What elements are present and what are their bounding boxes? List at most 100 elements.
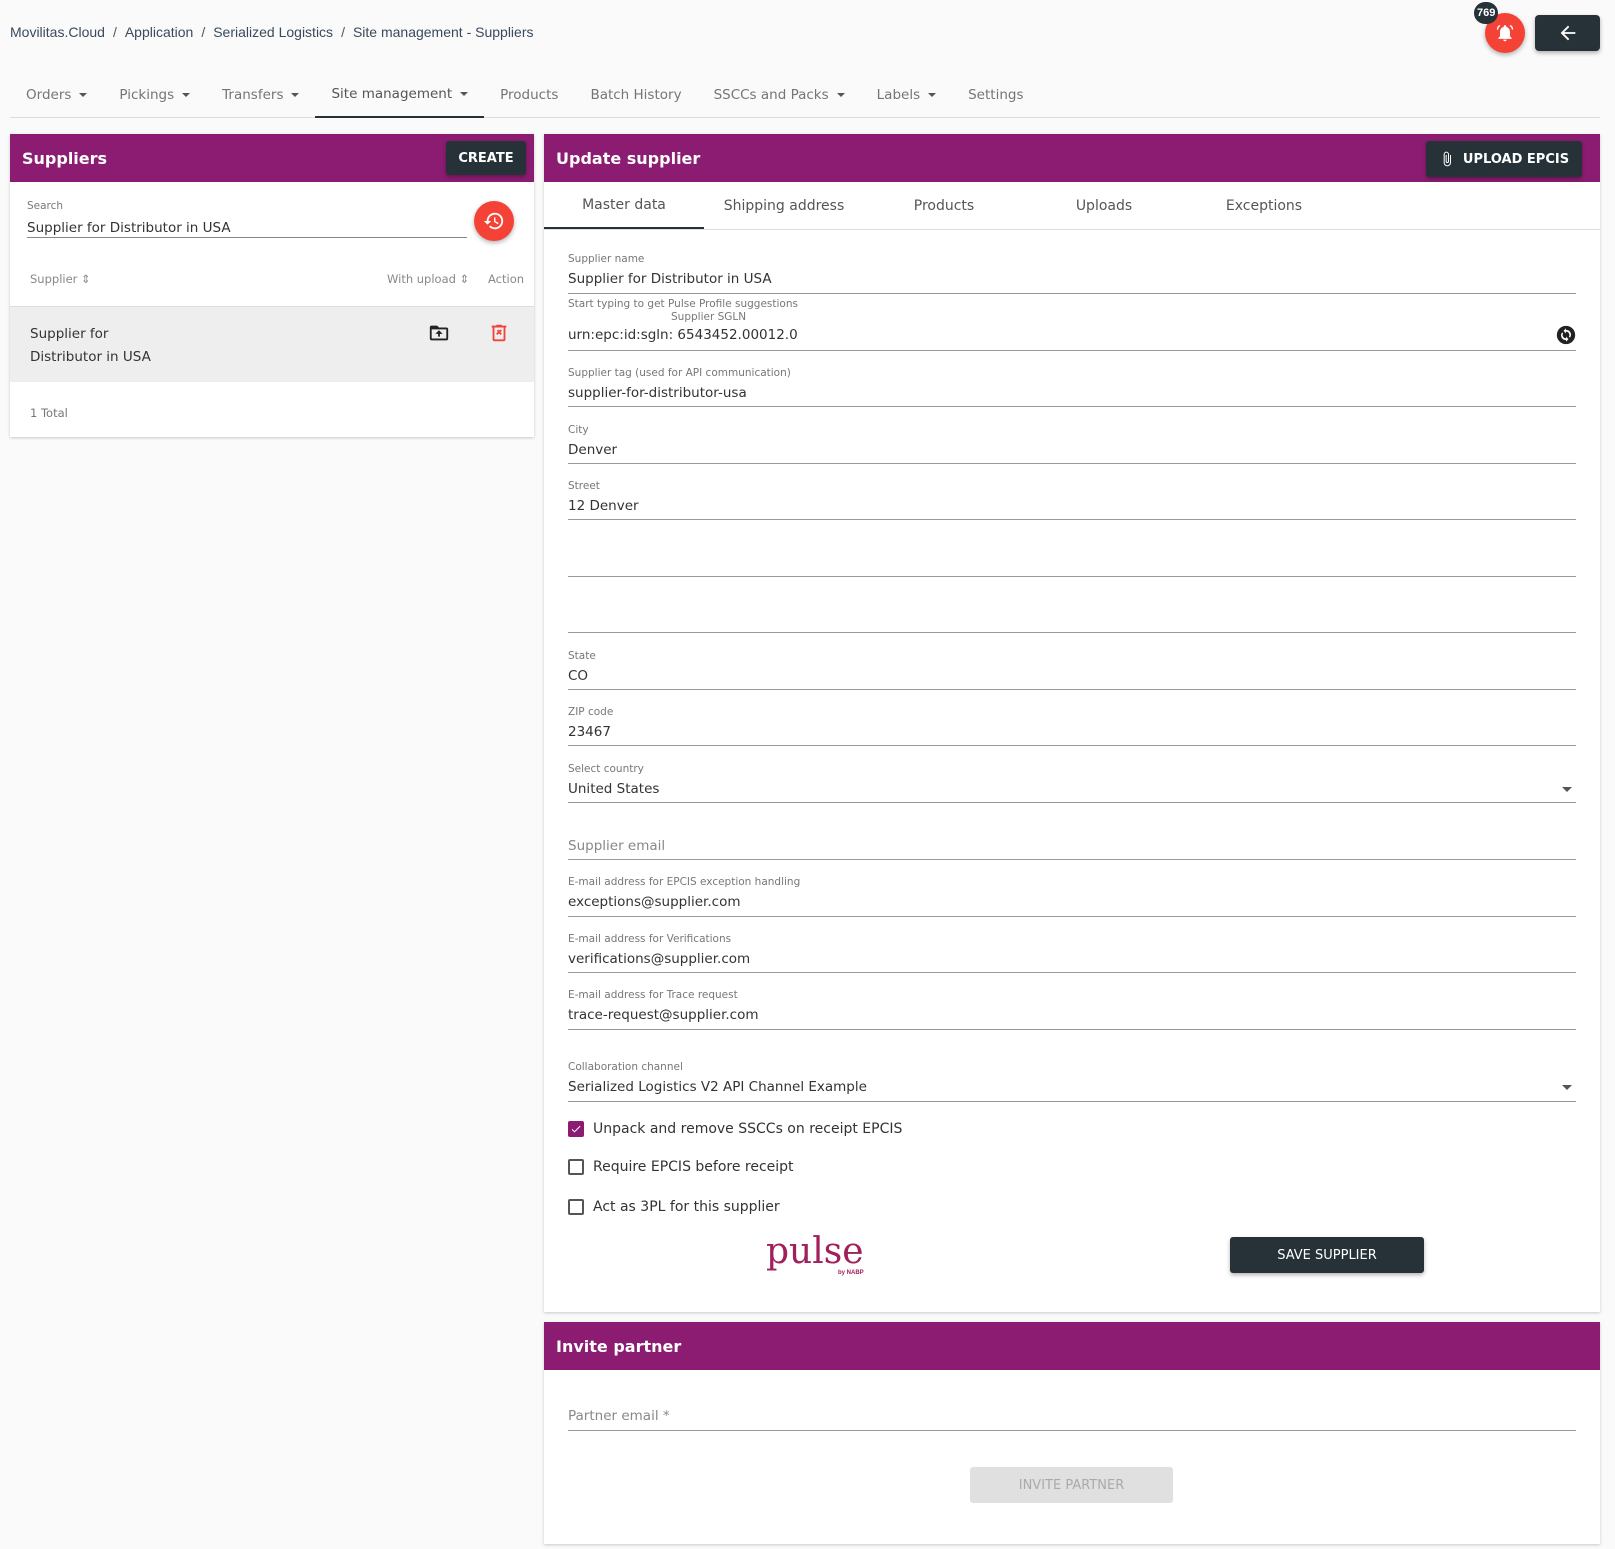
field-label: E-mail address for Verifications (568, 933, 732, 945)
zip-field[interactable]: ZIP code 23467 (568, 706, 1576, 746)
address-line-2-field[interactable] (568, 537, 1576, 577)
field-value: urn:epc:id:sgln: 6543452.00012.0 (568, 327, 798, 343)
nav-ssccs-packs[interactable]: SSCCs and Packs (698, 72, 861, 118)
field-label: ZIP code (568, 706, 614, 718)
field-value: Serialized Logistics V2 API Channel Exam… (568, 1079, 867, 1095)
nav-transfers[interactable]: Transfers (206, 72, 315, 118)
nav-labels[interactable]: Labels (861, 72, 952, 118)
panel-title: Update supplier (556, 148, 701, 168)
back-button[interactable] (1535, 15, 1600, 51)
require-epcis-checkbox[interactable]: Require EPCIS before receipt (568, 1159, 794, 1175)
nav-pickings[interactable]: Pickings (103, 72, 206, 118)
breadcrumb-serialized-logistics[interactable]: Serialized Logistics (213, 24, 333, 40)
field-value: CO (568, 668, 589, 684)
invite-partner-header: Invite partner (544, 1322, 1600, 1370)
breadcrumb-home[interactable]: Movilitas.Cloud (10, 24, 105, 40)
sync-icon[interactable] (1556, 325, 1576, 345)
address-line-3-field[interactable] (568, 593, 1576, 633)
caret-down-icon (182, 93, 191, 97)
panel-title: Invite partner (556, 1336, 682, 1356)
state-field[interactable]: State CO (568, 650, 1576, 690)
search-input[interactable]: Search Supplier for Distributor in USA (27, 196, 467, 238)
reset-search-button[interactable] (474, 201, 514, 241)
column-with-upload[interactable]: With upload ⇕ (387, 272, 469, 286)
nav-orders[interactable]: Orders (10, 72, 103, 118)
field-label: Supplier SGLN (671, 311, 747, 323)
tab-products[interactable]: Products (864, 182, 1024, 229)
table-row[interactable]: Supplier for Distributor in USA (10, 306, 534, 382)
field-value: verifications@supplier.com (568, 951, 751, 967)
field-label: E-mail address for Trace request (568, 989, 738, 1001)
notification-count-badge: 769 (1474, 2, 1499, 24)
city-field[interactable]: City Denver (568, 424, 1576, 464)
nav-products[interactable]: Products (484, 72, 574, 118)
field-value: Denver (568, 442, 618, 458)
panel-title: Suppliers (22, 148, 108, 168)
country-select[interactable]: Select country United States (568, 763, 1576, 803)
breadcrumb-application[interactable]: Application (125, 24, 194, 40)
suppliers-panel: Suppliers CREATE Search Supplier for Dis… (10, 134, 534, 437)
nav-settings[interactable]: Settings (952, 72, 1039, 118)
supplier-tag-field[interactable]: Supplier tag (used for API communication… (568, 367, 1576, 407)
folder-upload-icon[interactable] (428, 322, 450, 344)
upload-epcis-label: UPLOAD EPCIS (1462, 151, 1570, 167)
field-label: State (568, 650, 596, 662)
checkbox-label: Unpack and remove SSCCs on receipt EPCIS (593, 1121, 903, 1137)
tab-uploads[interactable]: Uploads (1024, 182, 1184, 229)
field-placeholder: Partner email * (568, 1408, 670, 1424)
supplier-tabs: Master data Shipping address Products Up… (544, 182, 1600, 230)
dropdown-arrow-icon (1562, 1085, 1572, 1090)
collaboration-channel-select[interactable]: Collaboration channel Serialized Logisti… (568, 1061, 1576, 1102)
caret-down-icon (79, 93, 88, 97)
field-label: Supplier tag (used for API communication… (568, 367, 791, 379)
nav-label: Pickings (119, 87, 175, 103)
unpack-sscc-checkbox[interactable]: Unpack and remove SSCCs on receipt EPCIS (568, 1121, 902, 1137)
update-supplier-panel: Update supplier UPLOAD EPCIS Master data… (544, 134, 1600, 1312)
tab-shipping-address[interactable]: Shipping address (704, 182, 864, 229)
field-value: Supplier for Distributor in USA (568, 271, 772, 287)
field-label: Select country (568, 763, 644, 775)
field-placeholder: Supplier email (568, 838, 666, 854)
tab-master-data[interactable]: Master data (544, 182, 704, 229)
checkbox-label: Act as 3PL for this supplier (593, 1199, 780, 1215)
exception-email-field[interactable]: E-mail address for EPCIS exception handl… (568, 876, 1576, 917)
partner-email-field[interactable]: Partner email * (568, 1390, 1576, 1431)
caret-down-icon (291, 93, 300, 97)
street-field[interactable]: Street 12 Denver (568, 480, 1576, 520)
nav-label: Settings (968, 87, 1024, 103)
breadcrumb-separator: / (201, 24, 206, 40)
dropdown-arrow-icon (1562, 787, 1572, 792)
paperclip-icon (1443, 151, 1451, 167)
bell-icon (1496, 24, 1514, 42)
sgln-field[interactable]: Supplier SGLN urn:epc:id:sgln: 6543452.0… (568, 311, 1576, 351)
column-supplier[interactable]: Supplier ⇕ (30, 272, 91, 286)
nav-site-management[interactable]: Site management (315, 72, 485, 118)
checkbox-checked (568, 1121, 584, 1137)
supplier-email-field[interactable]: Supplier email (568, 820, 1576, 860)
checkbox-label: Require EPCIS before receipt (593, 1159, 794, 1175)
verification-email-field[interactable]: E-mail address for Verifications verific… (568, 933, 1576, 973)
nav-label: SSCCs and Packs (713, 87, 829, 103)
create-button[interactable]: CREATE (446, 141, 526, 175)
total-count: 1 Total (30, 406, 68, 420)
caret-down-icon (928, 93, 937, 97)
pulse-logo: pulse by NABP (766, 1232, 866, 1282)
nav-label: Labels (876, 87, 921, 103)
supplier-name-field[interactable]: Supplier name Supplier for Distributor i… (568, 253, 1576, 294)
nav-batch-history[interactable]: Batch History (574, 72, 697, 118)
act-as-3pl-checkbox[interactable]: Act as 3PL for this supplier (568, 1199, 780, 1215)
trace-email-field[interactable]: E-mail address for Trace request trace-r… (568, 989, 1576, 1030)
logo-subtext: by NABP (838, 1270, 864, 1276)
search-label: Search (27, 200, 64, 212)
nav-label: Products (500, 87, 559, 103)
pulse-hint: Start typing to get Pulse Profile sugges… (568, 298, 798, 310)
breadcrumb-separator: / (341, 24, 345, 40)
save-supplier-button[interactable]: SAVE SUPPLIER (1230, 1237, 1424, 1273)
tab-exceptions[interactable]: Exceptions (1184, 182, 1344, 229)
update-supplier-header: Update supplier UPLOAD EPCIS (544, 134, 1600, 182)
upload-epcis-button[interactable]: UPLOAD EPCIS (1426, 141, 1582, 177)
supplier-name: Supplier for Distributor in USA (30, 326, 151, 365)
field-value: 12 Denver (568, 498, 639, 514)
invite-partner-button[interactable]: INVITE PARTNER (970, 1467, 1173, 1503)
delete-icon[interactable] (488, 322, 510, 344)
